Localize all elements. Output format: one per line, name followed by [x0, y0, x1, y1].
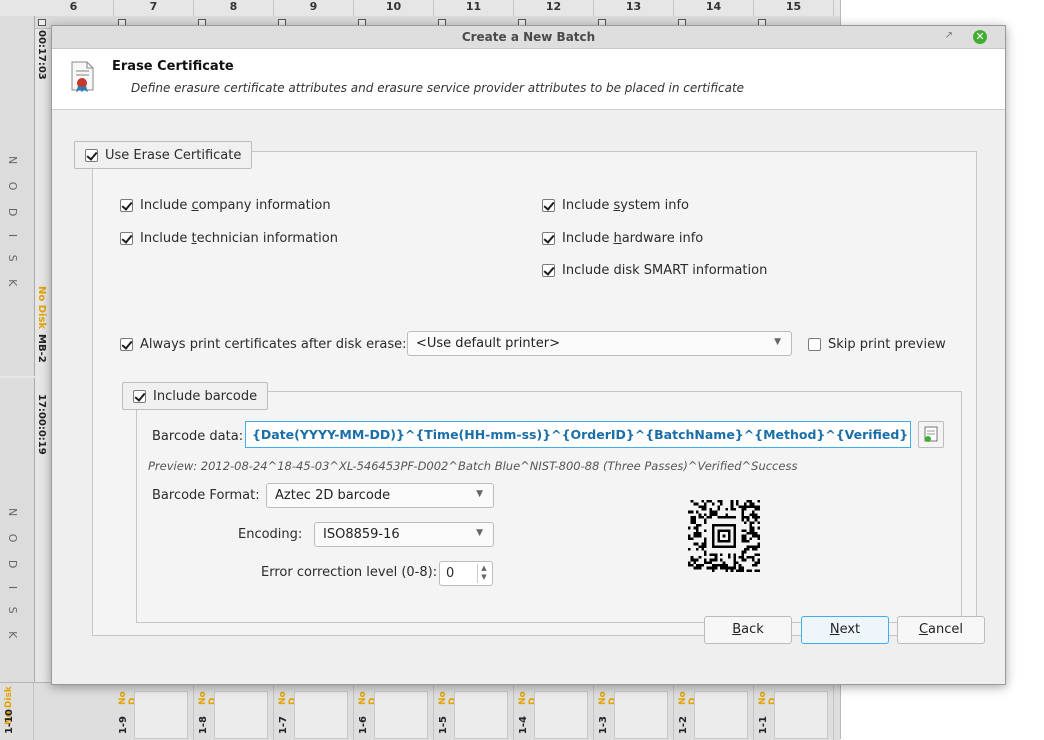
checkbox-icon: [85, 148, 98, 162]
checkbox-icon: [120, 338, 133, 351]
chevron-down-icon: ▼: [476, 489, 483, 499]
no-disk-watermark: N O D I S K: [6, 508, 19, 646]
drive-slot[interactable]: No Disk 1-10: [0, 683, 34, 740]
checkbox-label: Include barcode: [153, 388, 258, 404]
back-button[interactable]: Back: [704, 616, 792, 644]
drive-id: MB-2: [36, 334, 47, 363]
no-disk-watermark: N O D I S K: [6, 156, 19, 294]
drive-slot[interactable]: No D 1-7: [274, 683, 354, 740]
left-drive-panel[interactable]: 17:00:0:19 N O D I S K: [0, 378, 47, 682]
checkbox-icon: [120, 199, 133, 212]
checkbox-label: Use Erase Certificate: [105, 147, 242, 163]
barcode-preview-text: Preview: 2012-08-24^18-45-03^XL-546453PF…: [148, 459, 798, 473]
encoding-label: Encoding:: [238, 527, 303, 542]
column-header: 6: [34, 0, 114, 16]
always-print-checkbox[interactable]: Always print certificates after disk era…: [120, 337, 407, 352]
insert-field-button[interactable]: [918, 421, 944, 448]
restore-icon[interactable]: ↗: [945, 30, 953, 41]
left-drive-panel[interactable]: 00:17:03 No Disk MB-2 N O D I S K: [0, 16, 47, 376]
create-batch-dialog: Create a New Batch ↗ ✕ Erase Certificate…: [51, 25, 1006, 685]
checkbox-icon: [542, 264, 555, 277]
drive-id: 1-1: [758, 715, 769, 734]
include-company-info-checkbox[interactable]: Include company information: [120, 198, 331, 213]
chevron-down-icon: ▼: [476, 528, 483, 538]
checkbox-label: Always print certificates after disk era…: [140, 337, 407, 352]
column-header: 7: [114, 0, 194, 16]
drive-id: 1-2: [678, 715, 689, 734]
checkbox-icon: [542, 232, 555, 245]
checkbox-icon: [133, 389, 146, 403]
error-correction-spinbox[interactable]: 0 ▲ ▼: [439, 561, 493, 586]
printer-select[interactable]: <Use default printer> ▼: [407, 331, 792, 356]
aztec-barcode-preview: [688, 500, 760, 572]
checkbox-icon: [120, 232, 133, 245]
chevron-down-icon: ▼: [774, 337, 781, 347]
checkbox-icon: [542, 199, 555, 212]
wizard-header: Erase Certificate Define erasure certifi…: [52, 49, 1005, 110]
checkbox-icon: [808, 338, 821, 351]
column-header: 9: [274, 0, 354, 16]
column-header: 8: [194, 0, 274, 16]
barcode-data-input[interactable]: {Date(YYYY-MM-DD)}^{Time(HH-mm-ss)}^{Ord…: [245, 421, 911, 448]
drive-slot[interactable]: No D 1-8: [194, 683, 274, 740]
drive-timer: 17:00:0:19: [36, 394, 47, 455]
use-erase-certificate-checkbox[interactable]: Use Erase Certificate: [74, 141, 253, 169]
include-hardware-info-checkbox[interactable]: Include hardware info: [542, 231, 703, 246]
drive-id: 1-6: [358, 715, 369, 734]
encoding-select[interactable]: ISO8859-16 ▼: [314, 522, 494, 547]
checkbox-label: Skip print preview: [828, 337, 946, 352]
drive-slot[interactable]: No D 1-9: [114, 683, 194, 740]
drive-slot[interactable]: No D 1-5: [434, 683, 514, 740]
drive-id: 1-7: [278, 715, 289, 734]
header-title: Erase Certificate: [112, 59, 234, 74]
cancel-button[interactable]: Cancel: [897, 616, 985, 644]
barcode-format-select[interactable]: Aztec 2D barcode ▼: [266, 483, 494, 508]
dialog-title: Create a New Batch: [461, 30, 596, 44]
drive-slot[interactable]: No D 1-3: [594, 683, 674, 740]
column-header: 13: [594, 0, 674, 16]
drive-id: 1-8: [198, 715, 209, 734]
column-header: 14: [674, 0, 754, 16]
drive-timer: 00:17:03: [36, 30, 47, 80]
close-icon[interactable]: ✕: [973, 30, 987, 44]
column-header: 12: [514, 0, 594, 16]
dialog-titlebar[interactable]: Create a New Batch ↗ ✕: [52, 26, 1005, 49]
barcode-format-label: Barcode Format:: [152, 488, 260, 503]
drive-status: No Disk: [36, 286, 47, 330]
column-header: 11: [434, 0, 514, 16]
include-technician-info-checkbox[interactable]: Include technician information: [120, 231, 338, 246]
edit-fields-icon: [924, 426, 938, 442]
drive-id: 1-5: [438, 715, 449, 734]
drive-slot[interactable]: No D 1-4: [514, 683, 594, 740]
barcode-data-label: Barcode data:: [152, 429, 244, 444]
encoding-value: ISO8859-16: [323, 527, 400, 542]
error-correction-label: Error correction level (0-8):: [261, 565, 438, 580]
checkbox-label: Include disk SMART information: [562, 263, 768, 278]
spin-arrows-icon[interactable]: ▲ ▼: [477, 564, 490, 583]
printer-select-value: <Use default printer>: [416, 336, 560, 351]
barcode-format-value: Aztec 2D barcode: [275, 488, 391, 503]
bottom-slot-row: No Disk 1-10 No D 1-9 No D 1-8 No D 1-7 …: [0, 682, 840, 740]
column-header: 10: [354, 0, 434, 16]
drive-slot[interactable]: No D 1-2: [674, 683, 754, 740]
skip-print-preview-checkbox[interactable]: Skip print preview: [808, 337, 946, 352]
next-button[interactable]: Next: [801, 616, 889, 644]
column-header: 15: [754, 0, 834, 16]
drive-slot[interactable]: No D 1-6: [354, 683, 434, 740]
error-correction-value: 0: [446, 566, 455, 581]
certificate-icon: [71, 61, 94, 92]
column-header-row: 6 7 8 9 10 11 12 13 14 15: [34, 0, 834, 16]
include-system-info-checkbox[interactable]: Include system info: [542, 198, 689, 213]
include-smart-info-checkbox[interactable]: Include disk SMART information: [542, 263, 767, 278]
include-barcode-checkbox[interactable]: Include barcode: [122, 382, 269, 410]
drive-id: 1-10: [4, 708, 15, 734]
slot-indicator: [38, 19, 46, 26]
header-subtitle: Define erasure certificate attributes an…: [131, 81, 745, 95]
drive-id: 1-9: [118, 715, 129, 734]
drive-slot[interactable]: No D 1-1: [754, 683, 834, 740]
drive-id: 1-4: [518, 715, 529, 734]
drive-id: 1-3: [598, 715, 609, 734]
